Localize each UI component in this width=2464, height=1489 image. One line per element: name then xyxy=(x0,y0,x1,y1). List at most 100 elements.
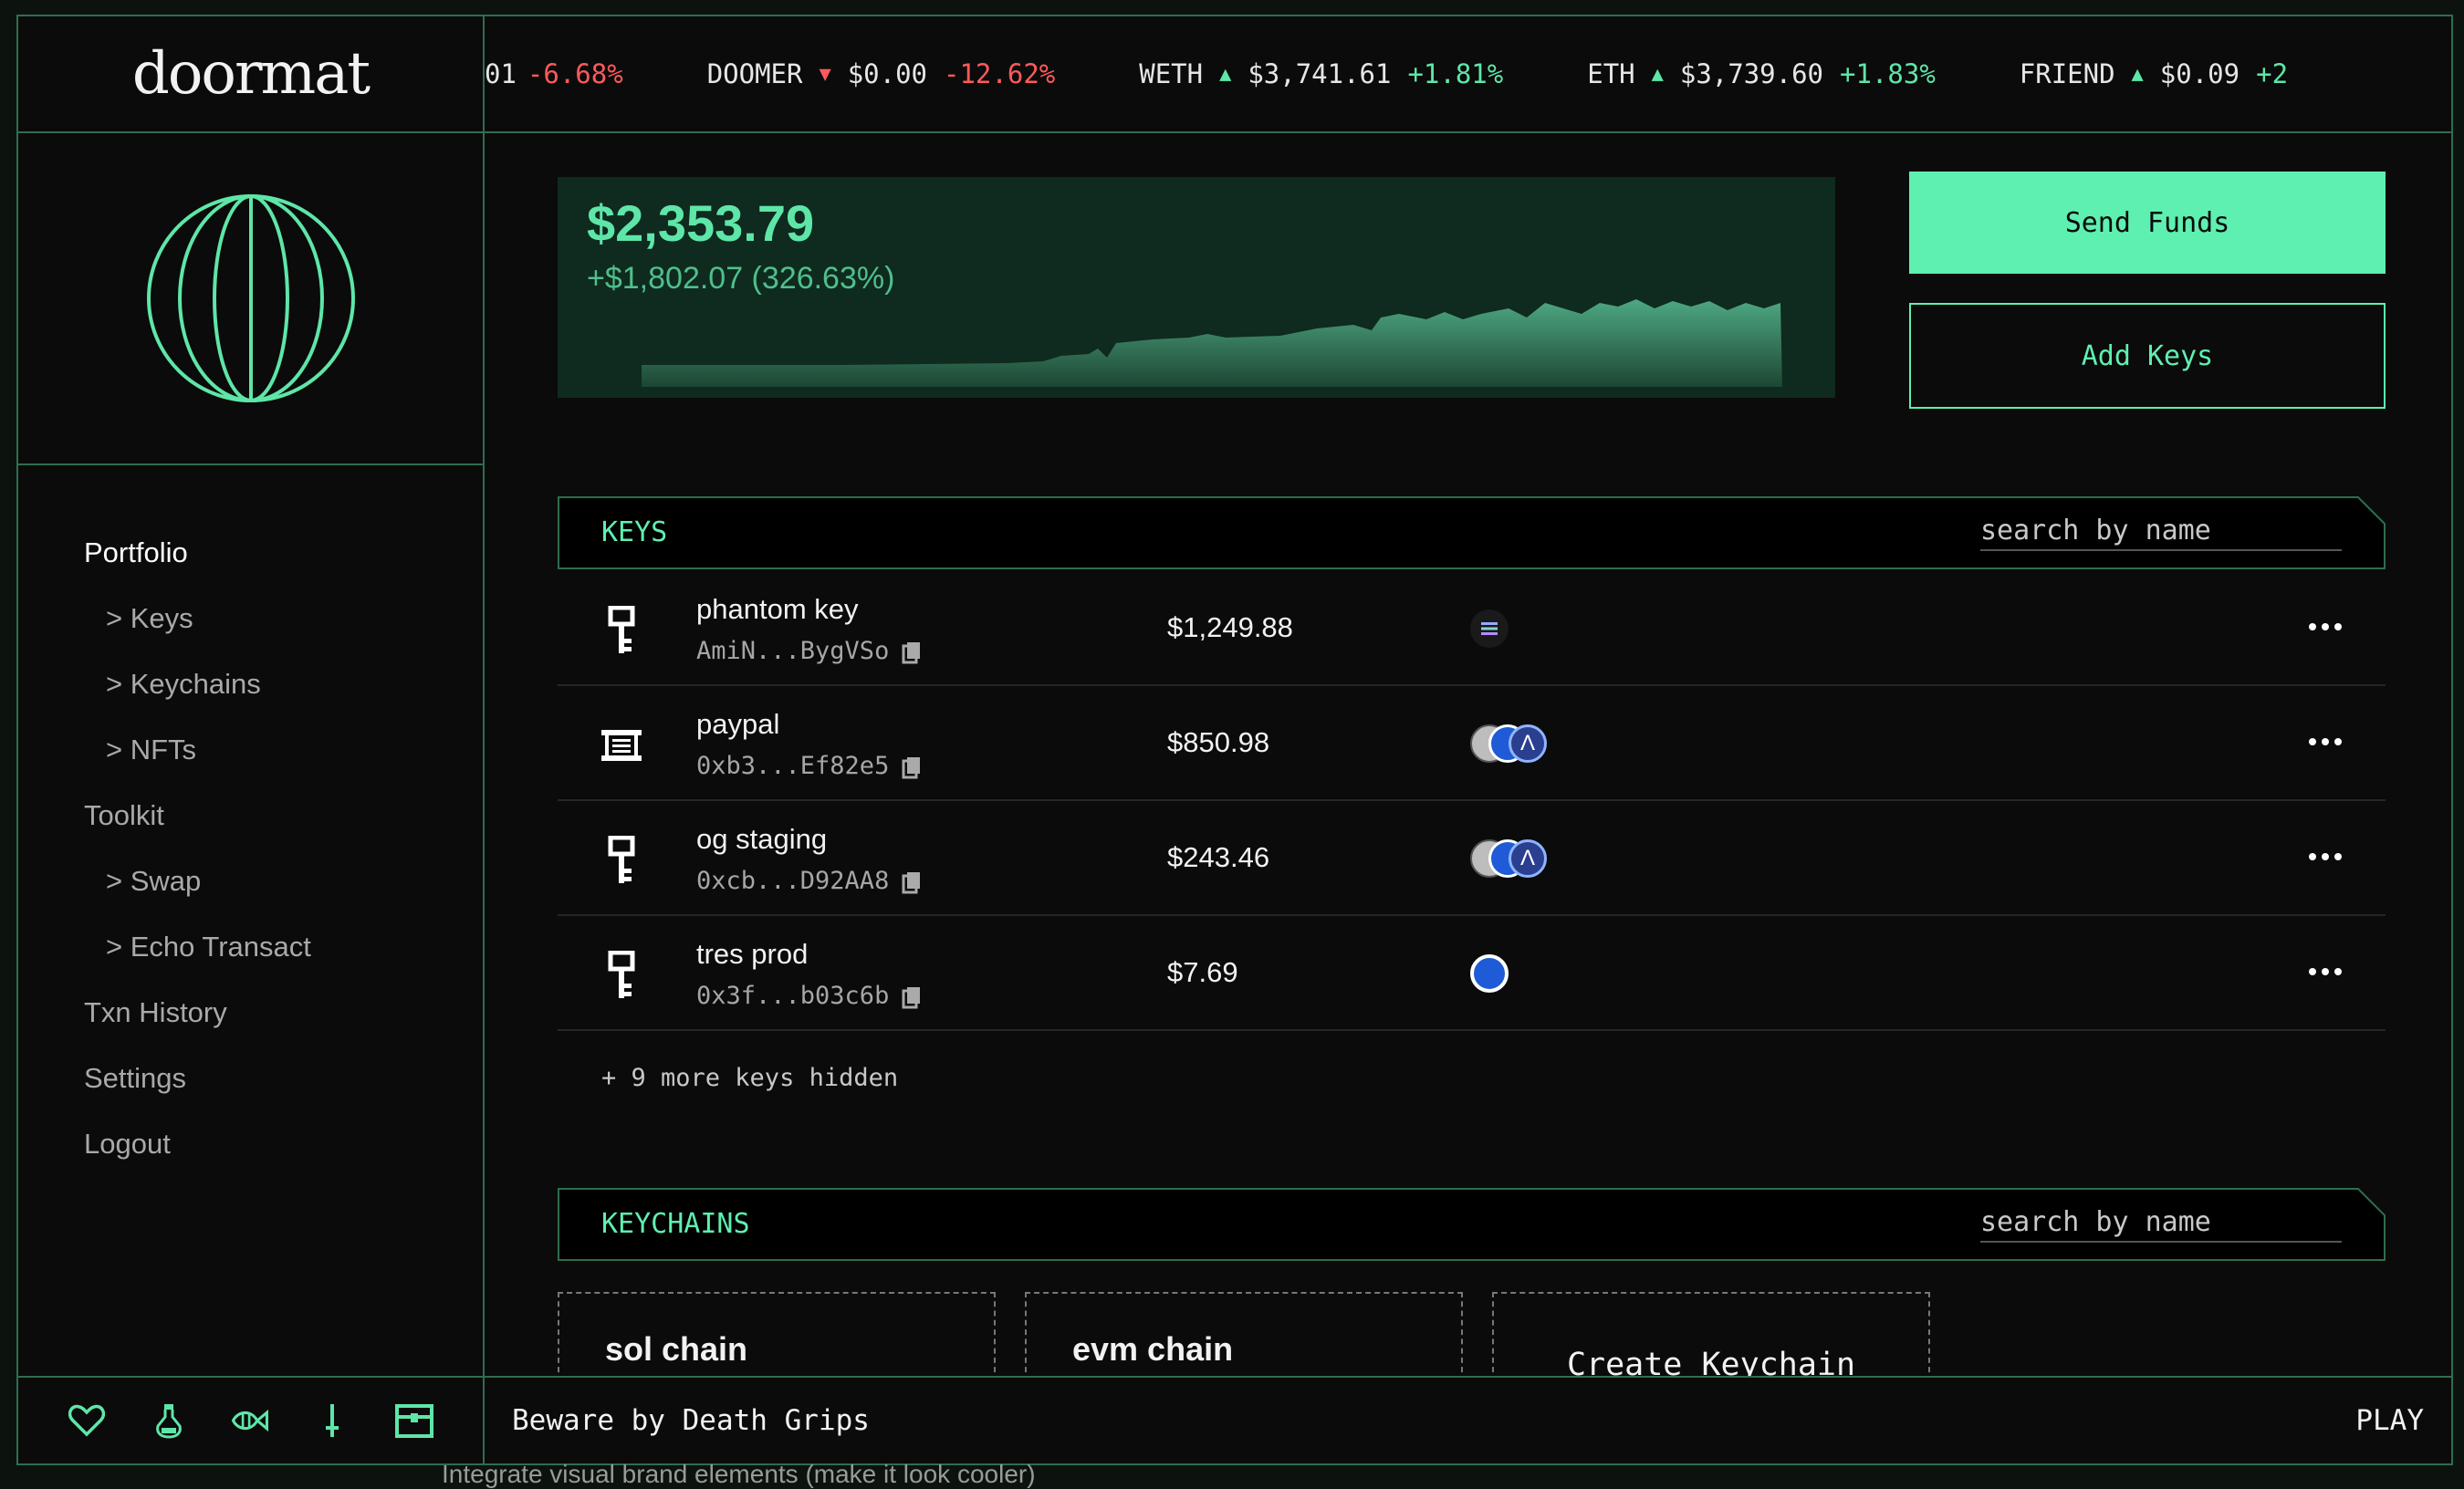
sidebar-item-swap[interactable]: > Swap xyxy=(18,849,483,914)
create-keychain-label: Create Keychain xyxy=(1566,1347,1856,1376)
key-value: $850.98 xyxy=(1167,726,1270,758)
hidden-keys-toggle[interactable]: + 9 more keys hidden xyxy=(601,1064,898,1092)
keychains-section-header: KEYCHAINS xyxy=(558,1188,2386,1261)
keys-section-header: KEYS xyxy=(558,496,2386,569)
ticker-change: +1.81% xyxy=(1407,58,1504,89)
keys-section-title: KEYS xyxy=(601,516,668,548)
key-address: AmiN...BygVSo xyxy=(696,637,922,665)
key-name: phantom key xyxy=(696,593,859,625)
down-arrow-icon: ▼ xyxy=(819,62,831,86)
key-name: paypal xyxy=(696,708,780,740)
key-address: 0xcb...D92AA8 xyxy=(696,867,922,895)
globe-cell xyxy=(18,133,483,465)
ticker-change: -12.62% xyxy=(944,58,1056,89)
sidebar-item-settings[interactable]: Settings xyxy=(18,1046,483,1111)
keychain-card[interactable]: evm chain xyxy=(1025,1292,1463,1376)
sidebar-item-keys[interactable]: > Keys xyxy=(18,586,483,651)
more-options-icon[interactable] xyxy=(2309,613,2342,640)
ticker-item: 01 -6.68% xyxy=(485,58,623,89)
keychain-name: evm chain xyxy=(1072,1330,1234,1368)
keychains-section-title: KEYCHAINS xyxy=(601,1208,750,1240)
ticker-change: +1.83% xyxy=(1840,58,1936,89)
keychains-search-input[interactable] xyxy=(1980,1203,2342,1243)
more-options-icon[interactable] xyxy=(2309,958,2342,985)
key-row[interactable]: og staging 0xcb...D92AA8 $243.46 Λ xyxy=(558,801,2386,916)
key-value: $243.46 xyxy=(1167,841,1270,873)
chest-icon[interactable] xyxy=(394,1400,434,1441)
balance-sparkline xyxy=(642,299,1782,387)
play-button[interactable]: PLAY xyxy=(2355,1404,2424,1437)
sidebar-nav: Portfolio > Keys > Keychains > NFTs Tool… xyxy=(18,465,483,1177)
copy-icon[interactable] xyxy=(902,985,922,1009)
ticker-price: $3,741.61 xyxy=(1248,58,1392,89)
key-icon xyxy=(608,836,635,883)
create-keychain-card[interactable]: Create Keychain xyxy=(1492,1292,1930,1376)
heart-icon[interactable] xyxy=(67,1400,107,1441)
sword-icon[interactable] xyxy=(312,1400,352,1441)
key-icon xyxy=(608,606,635,653)
up-arrow-icon: ▲ xyxy=(1219,62,1232,86)
copy-icon[interactable] xyxy=(902,755,922,779)
key-address-text: 0xcb...D92AA8 xyxy=(696,867,890,895)
keychain-name: sol chain xyxy=(605,1330,748,1368)
sidebar-item-logout[interactable]: Logout xyxy=(18,1111,483,1177)
send-funds-button[interactable]: Send Funds xyxy=(1909,172,2386,274)
add-keys-button[interactable]: Add Keys xyxy=(1909,303,2386,409)
ticker-symbol: DOOMER xyxy=(706,58,803,89)
keychain-card[interactable]: sol chain xyxy=(558,1292,996,1376)
logo-cell: doormat xyxy=(18,16,485,133)
key-name: tres prod xyxy=(696,938,809,970)
ticker-price: $0.00 xyxy=(847,58,928,89)
ticker-price: $0.09 xyxy=(2159,58,2240,89)
sidebar-item-keychains[interactable]: > Keychains xyxy=(18,651,483,717)
solana-icon xyxy=(1470,609,1509,648)
key-address-text: 0x3f...b03c6b xyxy=(696,982,890,1010)
more-options-icon[interactable] xyxy=(2309,843,2342,870)
sidebar-item-echo-transact[interactable]: > Echo Transact xyxy=(18,914,483,980)
more-options-icon[interactable] xyxy=(2309,728,2342,755)
key-address-text: AmiN...BygVSo xyxy=(696,637,890,665)
copy-icon[interactable] xyxy=(902,640,922,664)
sidebar-item-toolkit[interactable]: Toolkit xyxy=(18,783,483,849)
scroll-icon xyxy=(601,730,642,761)
arbitrum-icon: Λ xyxy=(1509,839,1547,878)
key-address-text: 0xb3...Ef82e5 xyxy=(696,752,890,780)
keys-list: phantom key AmiN...BygVSo $1,249.88 payp… xyxy=(558,571,2386,1031)
sidebar-item-txn-history[interactable]: Txn History xyxy=(18,980,483,1046)
key-row[interactable]: phantom key AmiN...BygVSo $1,249.88 xyxy=(558,571,2386,686)
ticker-item: DOOMER ▼ $0.00 -12.62% xyxy=(707,58,1056,89)
caption-text: Integrate visual brand elements (make it… xyxy=(442,1460,1036,1488)
up-arrow-icon: ▲ xyxy=(1651,62,1664,86)
ticker-symbol: WETH xyxy=(1139,58,1204,89)
ticker-item: ETH ▲ $3,739.60 +1.83% xyxy=(1587,58,1936,89)
sidebar-item-nfts[interactable]: > NFTs xyxy=(18,717,483,783)
doormat-logo[interactable]: doormat xyxy=(132,40,371,108)
key-name: og staging xyxy=(696,823,828,855)
up-arrow-icon: ▲ xyxy=(2131,62,2144,86)
ticker-symbol: ETH xyxy=(1587,58,1635,89)
key-row[interactable]: paypal 0xb3...Ef82e5 $850.98 Λ xyxy=(558,686,2386,801)
key-icon xyxy=(608,951,635,998)
key-value: $7.69 xyxy=(1167,956,1238,988)
ticker-change: +2 xyxy=(2256,58,2289,89)
sidebar-item-portfolio[interactable]: Portfolio xyxy=(18,520,483,586)
sidebar: Portfolio > Keys > Keychains > NFTs Tool… xyxy=(18,133,485,1463)
ticker-price: 01 xyxy=(485,58,517,89)
arbitrum-icon: Λ xyxy=(1509,724,1547,763)
fish-icon[interactable] xyxy=(230,1400,270,1441)
track-title: Beware by Death Grips xyxy=(512,1404,870,1437)
key-value: $1,249.88 xyxy=(1167,611,1293,643)
balance-card: $2,353.79 +$1,802.07 (326.63%) xyxy=(558,177,1835,398)
ticker-item: WETH ▲ $3,741.61 +1.81% xyxy=(1139,58,1503,89)
key-address: 0x3f...b03c6b xyxy=(696,982,922,1010)
ticker-item: FRIEND ▲ $0.09 +2 xyxy=(2020,58,2288,89)
ticker-symbol: FRIEND xyxy=(2019,58,2115,89)
key-row[interactable]: tres prod 0x3f...b03c6b $7.69 xyxy=(558,916,2386,1031)
base-icon xyxy=(1470,954,1509,993)
potion-icon[interactable] xyxy=(149,1400,189,1441)
globe-icon xyxy=(146,194,355,402)
keys-search-input[interactable] xyxy=(1980,511,2342,551)
copy-icon[interactable] xyxy=(902,870,922,894)
app-window: doormat 01 -6.68% DOOMER ▼ $0.00 -12.62%… xyxy=(16,15,2453,1465)
sidebar-footer xyxy=(18,1376,483,1463)
